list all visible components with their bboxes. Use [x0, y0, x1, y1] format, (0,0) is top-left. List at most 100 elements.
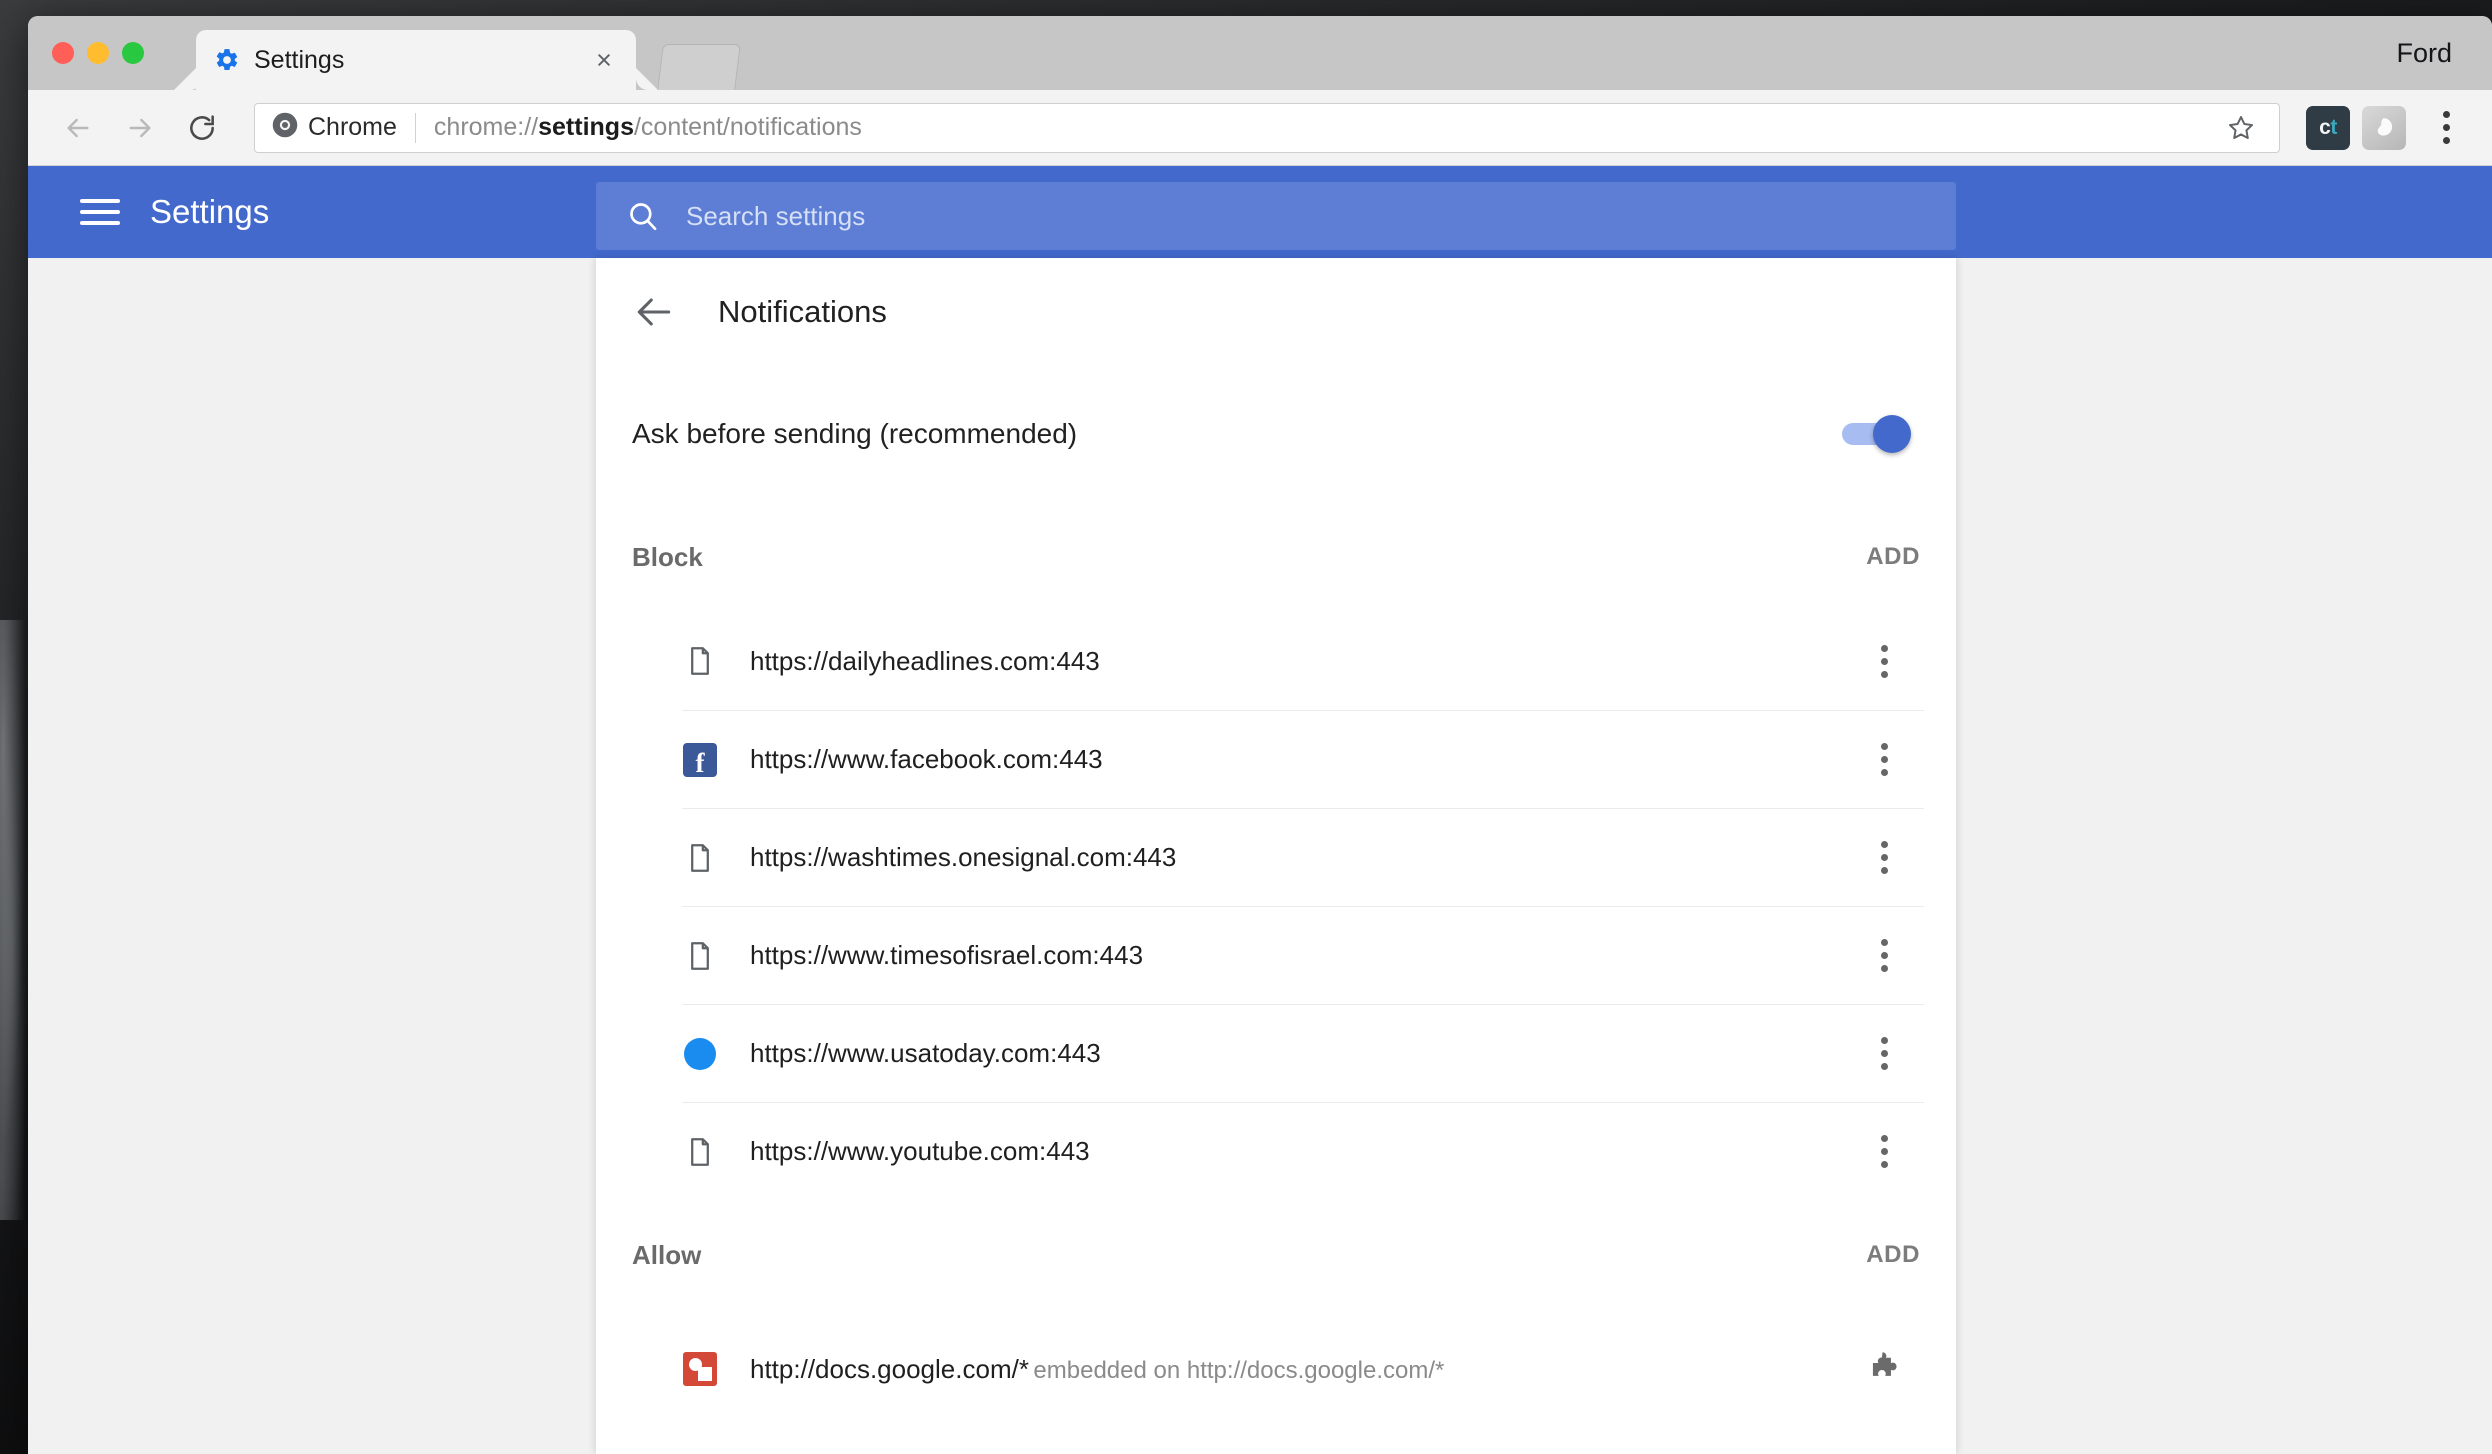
blue-dot-glyph: [684, 1037, 716, 1070]
blue-dot-icon: [682, 1036, 718, 1072]
site-url: https://washtimes.onesignal.com:443: [750, 842, 1177, 872]
arrow-right-icon[interactable]: [112, 100, 168, 156]
list-item-text: https://www.facebook.com:443: [750, 744, 1860, 775]
google-drawings-glyph: [683, 1352, 717, 1386]
kebab-menu-icon[interactable]: [1860, 1128, 1908, 1176]
site-url: https://www.usatoday.com:443: [750, 1038, 1101, 1068]
kebab-dot: [2442, 124, 2450, 131]
kebab-dot: [1880, 670, 1888, 678]
chrome-chip: Chrome: [271, 111, 397, 144]
section-title-allow: Allow: [632, 1239, 702, 1270]
site-url: https://www.facebook.com:443: [750, 744, 1103, 774]
settings-content-card: Notifications Ask before sending (recomm…: [596, 258, 1956, 1454]
list-item[interactable]: http://docs.google.com/* embedded on htt…: [682, 1310, 1924, 1428]
kebab-dot: [1880, 769, 1888, 776]
site-url: https://www.timesofisrael.com:443: [750, 940, 1144, 970]
list-item[interactable]: f https://www.facebook.com:443: [682, 710, 1924, 808]
document-icon: [682, 643, 718, 679]
page-title: Notifications: [718, 294, 887, 329]
ask-before-sending-row[interactable]: Ask before sending (recommended): [596, 366, 1956, 502]
kebab-dot: [1880, 854, 1888, 861]
url-prefix: chrome://: [433, 113, 539, 141]
list-item[interactable]: https://www.youtube.com:443: [682, 1102, 1924, 1200]
ask-before-sending-label: Ask before sending (recommended): [632, 418, 1078, 449]
kebab-dot: [2442, 111, 2450, 118]
hamburger-line: [80, 221, 120, 225]
add-button-allow[interactable]: ADD: [1866, 1241, 1920, 1269]
list-item[interactable]: https://www.usatoday.com:443: [682, 1004, 1924, 1102]
kebab-dot: [1880, 1135, 1888, 1142]
settings-title: Settings: [150, 193, 270, 230]
arrow-left-icon[interactable]: [632, 290, 676, 334]
window-minimize-button[interactable]: [87, 42, 109, 64]
kebab-dot: [1880, 1161, 1888, 1168]
document-icon: [682, 1134, 718, 1170]
kebab-dot: [1880, 867, 1888, 874]
site-embedded-note: embedded on http://docs.google.com/*: [1033, 1356, 1445, 1384]
gear-icon: [214, 47, 240, 73]
list-item-text: https://washtimes.onesignal.com:443: [750, 842, 1860, 873]
site-url: https://www.youtube.com:443: [750, 1136, 1090, 1166]
kebab-dot: [1880, 1148, 1888, 1155]
section-header-allow: Allow ADD: [596, 1200, 1956, 1310]
ct-extension-letter-c: c: [2319, 115, 2331, 139]
kebab-menu-icon[interactable]: [1860, 834, 1908, 882]
ct-extension-icon[interactable]: ct: [2306, 105, 2350, 150]
chrome-chip-label: Chrome: [308, 113, 397, 141]
puzzle-piece-icon[interactable]: [1862, 1346, 1908, 1392]
document-icon: [682, 840, 718, 876]
add-button-block[interactable]: ADD: [1866, 543, 1920, 571]
tab-title: Settings: [254, 45, 345, 74]
close-icon[interactable]: ×: [590, 46, 618, 74]
kebab-menu-icon[interactable]: [1860, 1030, 1908, 1078]
kebab-dot: [1880, 841, 1888, 848]
section-title-block: Block: [632, 541, 703, 572]
hamburger-line: [80, 199, 120, 203]
omnibox-url-text: chrome://settings/content/notifications: [434, 113, 2219, 142]
reload-icon[interactable]: [174, 100, 230, 156]
list-item[interactable]: https://www.timesofisrael.com:443: [682, 906, 1924, 1004]
list-item[interactable]: https://washtimes.onesignal.com:443: [682, 808, 1924, 906]
kebab-menu-icon[interactable]: [1860, 736, 1908, 784]
browser-toolbar: Chrome chrome://settings/content/notific…: [28, 90, 2492, 166]
kebab-dot: [1880, 644, 1888, 652]
arrow-left-icon[interactable]: [50, 100, 106, 156]
kebab-dot: [1880, 657, 1888, 665]
document-icon: [682, 938, 718, 974]
google-drawings-icon: [682, 1351, 718, 1387]
url-suffix: /content/notifications: [633, 113, 862, 141]
settings-header-bar: Settings: [28, 166, 2492, 258]
ct-extension-letter-t: t: [2330, 115, 2337, 139]
tab-settings[interactable]: Settings ×: [196, 30, 636, 90]
search-icon: [626, 199, 660, 233]
kebab-dot: [1880, 1037, 1888, 1044]
url-bold-segment: settings: [538, 113, 634, 141]
generic-extension-icon[interactable]: [2362, 105, 2406, 150]
tab-background-placeholder[interactable]: [657, 44, 741, 90]
list-item-text: https://www.timesofisrael.com:443: [750, 940, 1860, 971]
list-item-text: http://docs.google.com/* embedded on htt…: [750, 1354, 1862, 1385]
kebab-dot: [1880, 1050, 1888, 1057]
kebab-dot: [1880, 756, 1888, 763]
omnibox-divider: [414, 112, 416, 143]
site-url: https://dailyheadlines.com:443: [750, 645, 1100, 676]
kebab-menu-icon[interactable]: [2422, 104, 2470, 152]
settings-search-box[interactable]: [596, 182, 1956, 250]
kebab-dot: [1880, 743, 1888, 750]
list-item-text: https://www.usatoday.com:443: [750, 1038, 1860, 1069]
hamburger-icon[interactable]: [80, 192, 120, 232]
ask-before-sending-toggle[interactable]: [1842, 415, 1911, 453]
window-close-button[interactable]: [52, 42, 74, 64]
star-icon[interactable]: [2219, 106, 2263, 150]
list-item[interactable]: https://dailyheadlines.com:443: [682, 612, 1924, 710]
kebab-menu-icon[interactable]: [1860, 637, 1908, 685]
tab-strip: Settings × Ford: [28, 16, 2492, 90]
list-item-text: https://dailyheadlines.com:443: [750, 646, 1860, 677]
kebab-dot: [1880, 939, 1888, 946]
window-maximize-button[interactable]: [122, 42, 144, 64]
address-bar[interactable]: Chrome chrome://settings/content/notific…: [254, 102, 2280, 153]
facebook-glyph: f: [683, 742, 717, 777]
profile-name[interactable]: Ford: [2396, 38, 2452, 69]
search-input[interactable]: [686, 200, 1926, 232]
kebab-menu-icon[interactable]: [1860, 932, 1908, 980]
